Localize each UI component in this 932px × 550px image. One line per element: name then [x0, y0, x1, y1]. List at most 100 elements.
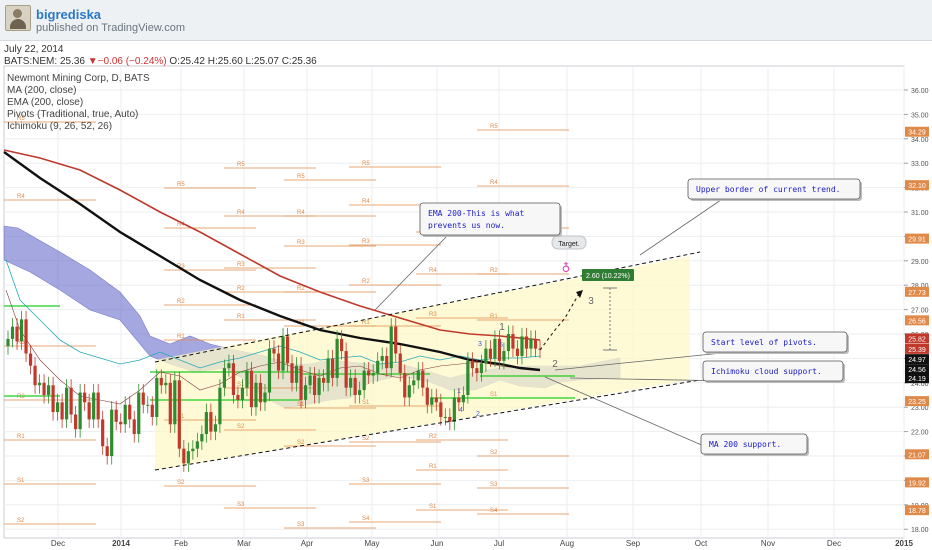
pivot-label: R1 — [362, 320, 370, 326]
price-flag: 24.56 — [905, 364, 929, 375]
x-tick-label: Jun — [431, 539, 444, 548]
price-flag-label: 21.07 — [908, 452, 926, 459]
candle-body — [46, 385, 51, 395]
x-tick-label: Sep — [626, 539, 641, 548]
candle-body — [299, 365, 303, 400]
pivot-label: S2 — [177, 480, 185, 486]
legend-ema: EMA (200, close) — [7, 97, 84, 108]
pivot-label: R4 — [429, 268, 437, 274]
candle-body — [105, 446, 109, 456]
candle-body — [380, 355, 384, 361]
y-tick-label: 33.00 — [911, 161, 929, 168]
symbol-info-line: BATS:NEM: 25.36 ▼−0.06 (−0.24%) O:25.42 … — [4, 56, 317, 67]
pivot-label: R5 — [362, 161, 370, 167]
pivot-label: R4 — [362, 199, 370, 205]
candle-body — [123, 404, 127, 425]
candle-body — [321, 377, 326, 383]
candle-body — [506, 334, 511, 352]
y-tick-label: 31.00 — [911, 210, 929, 217]
pivot-label: R2 — [17, 394, 25, 400]
x-tick-label: Dec — [51, 539, 65, 548]
x-tick-label: Apr — [301, 539, 314, 548]
candle-body — [371, 373, 375, 376]
pivot-label: S1 — [490, 392, 498, 398]
annotation-text: Ichimoku cloud support. — [711, 367, 822, 376]
wave-label: 2 — [476, 411, 480, 418]
y-tick-label: 18.00 — [911, 527, 929, 534]
candle-body — [430, 397, 434, 405]
candle-body — [119, 421, 123, 425]
pivot-label: R3 — [362, 239, 370, 245]
pivot-label: R1 — [17, 434, 25, 440]
candle-body — [110, 409, 114, 456]
target-marker-icon: ♁ — [562, 261, 571, 275]
candle-body — [308, 375, 312, 386]
x-tick-label: Oct — [695, 539, 708, 548]
y-tick-label: 34.00 — [911, 137, 929, 144]
down-arrow-icon: ▼ — [87, 56, 98, 67]
candle-body — [164, 382, 168, 386]
pivot-label: R4 — [490, 180, 498, 186]
candle-body — [137, 392, 141, 435]
candle-body — [398, 353, 402, 374]
wave-label: 5 — [499, 342, 503, 349]
candle-body — [186, 451, 190, 464]
legend-ichimoku: Ichimoku (9, 26, 52, 26) — [7, 121, 113, 132]
pivot-label: R4 — [237, 210, 245, 216]
candle-body — [150, 404, 154, 417]
candle-body — [37, 382, 42, 386]
pivot-label: S1 — [17, 478, 25, 484]
symbol-label: BATS:NEM — [4, 56, 55, 67]
candle-body — [533, 338, 538, 349]
candle-body — [258, 382, 263, 403]
candle-body — [353, 377, 357, 395]
candle-body — [222, 368, 227, 388]
x-tick-label: 2014 — [112, 539, 130, 548]
pivot-label: R2 — [362, 279, 370, 285]
candle-body — [263, 392, 267, 403]
candle-body — [92, 392, 96, 420]
pivot-label: S3 — [362, 478, 370, 484]
candle-body — [376, 360, 380, 374]
candle-body — [344, 351, 348, 388]
legend-ma: MA (200, close) — [7, 85, 77, 96]
candle-body — [502, 351, 506, 361]
last-price: 25.36 — [59, 56, 85, 67]
price-flag: 25.39 — [905, 343, 929, 354]
candle-body — [191, 448, 195, 452]
target-label: Target. — [558, 241, 579, 248]
wave-label: 4 — [459, 407, 463, 414]
candle-body — [155, 377, 159, 417]
candle-body — [470, 360, 474, 369]
candle-body — [340, 338, 344, 352]
candle-body — [358, 390, 362, 395]
candle-body — [159, 377, 163, 386]
candle-body — [457, 397, 461, 403]
candle-body — [60, 402, 64, 420]
price-flag-label: 24.19 — [908, 376, 926, 383]
candle-body — [303, 385, 308, 400]
candle-body — [65, 387, 69, 420]
candle-body — [335, 338, 339, 378]
price-flag-label: 18.78 — [908, 508, 926, 515]
pivot-label: S2 — [17, 518, 25, 524]
candle-body — [484, 348, 488, 364]
candle-body — [204, 412, 208, 435]
candle-body — [511, 334, 515, 349]
pivot-label: R5 — [297, 174, 305, 180]
candle-body — [42, 382, 46, 395]
candle-body — [362, 370, 366, 391]
candle-body — [281, 336, 285, 371]
candle-body — [515, 348, 520, 356]
y-tick-label: 22.00 — [911, 430, 929, 437]
price-flag: 25.82 — [905, 333, 929, 344]
candle-body — [389, 326, 393, 369]
price-flag-label: 25.39 — [908, 347, 926, 354]
candle-body — [218, 387, 222, 425]
candle-body — [146, 404, 150, 406]
price-flag: 26.56 — [905, 315, 929, 326]
candle-body — [236, 395, 240, 400]
candle-body — [452, 397, 456, 422]
pivot-label: R2 — [490, 268, 498, 274]
x-tick-label: Jul — [494, 539, 504, 548]
